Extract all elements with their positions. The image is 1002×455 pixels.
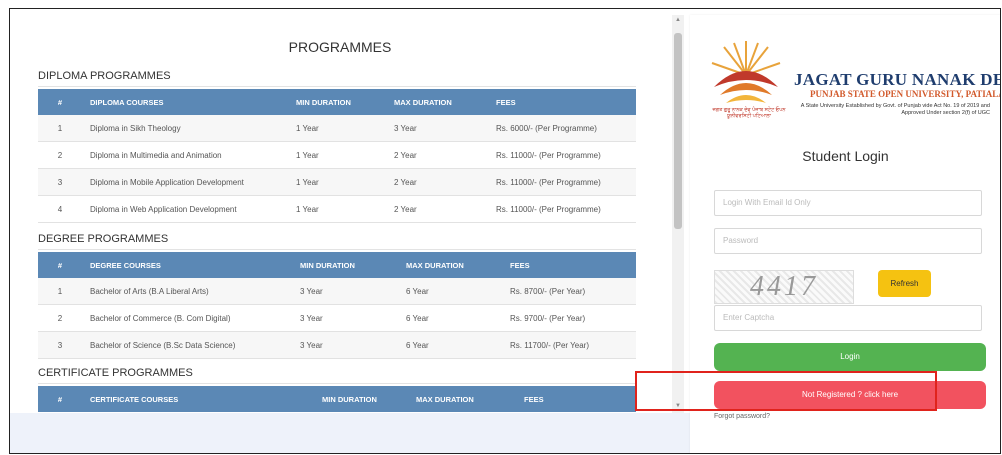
table-cell: Rs. 11000/- (Per Programme) bbox=[488, 168, 636, 196]
column-header: DEGREE COURSES bbox=[82, 252, 292, 278]
column-header: MAX DURATION bbox=[398, 252, 502, 278]
login-button[interactable]: Login bbox=[714, 343, 986, 371]
programmes-title: PROGRAMMES bbox=[288, 39, 392, 55]
forgot-password-link[interactable]: Forgot password? bbox=[714, 413, 770, 420]
table-cell: 6 Year bbox=[398, 331, 502, 359]
university-note: A State University Established by Govt. … bbox=[800, 103, 990, 116]
table-cell: Diploma in Mobile Application Developmen… bbox=[82, 168, 288, 196]
column-header: FEES bbox=[516, 386, 636, 412]
browser-viewport: PROGRAMMES DIPLOMA PROGRAMMES # DIPLOMA … bbox=[9, 8, 1001, 454]
column-header: # bbox=[38, 252, 82, 278]
table-cell: Bachelor of Science (B.Sc Data Science) bbox=[82, 331, 292, 359]
table-cell: Rs. 11000/- (Per Programme) bbox=[488, 195, 636, 223]
column-header: FEES bbox=[502, 252, 636, 278]
column-header: MIN DURATION bbox=[314, 386, 408, 412]
table-cell: 3 Year bbox=[292, 278, 398, 305]
table-cell: 3 Year bbox=[386, 115, 488, 142]
certificate-heading: CERTIFICATE PROGRAMMES bbox=[38, 367, 636, 384]
email-field[interactable]: Login With Email Id Only bbox=[714, 190, 982, 216]
table-cell: 3 Year bbox=[292, 304, 398, 332]
table-cell: 1 Year bbox=[288, 115, 386, 142]
highlight-box bbox=[635, 371, 937, 411]
scroll-up-arrow-icon[interactable]: ▲ bbox=[672, 17, 684, 23]
table-cell: 2 bbox=[38, 141, 82, 169]
table-cell: 1 bbox=[38, 278, 82, 305]
table-cell: 3 bbox=[38, 168, 82, 196]
table-cell: 1 Year bbox=[288, 195, 386, 223]
table-cell: 2 Year bbox=[386, 168, 488, 196]
table-cell: Rs. 9700/- (Per Year) bbox=[502, 304, 636, 332]
degree-table: # DEGREE COURSES MIN DURATION MAX DURATI… bbox=[38, 252, 636, 359]
university-logo bbox=[706, 35, 786, 115]
password-field[interactable]: Password bbox=[714, 228, 982, 254]
column-header: MAX DURATION bbox=[408, 386, 516, 412]
table-cell: 4 bbox=[38, 195, 82, 223]
vertical-scrollbar[interactable]: ▲ ▼ bbox=[672, 15, 684, 413]
captcha-image: 4417 bbox=[714, 270, 854, 304]
programmes-panel: PROGRAMMES DIPLOMA PROGRAMMES # DIPLOMA … bbox=[10, 9, 670, 413]
degree-heading: DEGREE PROGRAMMES bbox=[38, 233, 636, 250]
table-row: 3 Bachelor of Science (B.Sc Data Science… bbox=[38, 331, 636, 359]
table-cell: Rs. 8700/- (Per Year) bbox=[502, 278, 636, 305]
table-cell: 3 Year bbox=[292, 331, 398, 359]
table-cell: 6 Year bbox=[398, 304, 502, 332]
table-row: 3 Diploma in Mobile Application Developm… bbox=[38, 168, 636, 196]
column-header: FEES bbox=[488, 89, 636, 115]
table-header-row: # DIPLOMA COURSES MIN DURATION MAX DURAT… bbox=[38, 89, 636, 115]
university-subtitle: PUNJAB STATE OPEN UNIVERSITY, PATIALA bbox=[810, 89, 1001, 99]
table-row: 1 Bachelor of Arts (B.A Liberal Arts) 3 … bbox=[38, 278, 636, 305]
table-cell: 2 Year bbox=[386, 195, 488, 223]
column-header: MAX DURATION bbox=[386, 89, 488, 115]
table-row: 2 Bachelor of Commerce (B. Com Digital) … bbox=[38, 304, 636, 332]
table-header-row: # DEGREE COURSES MIN DURATION MAX DURATI… bbox=[38, 252, 636, 278]
table-cell: 1 Year bbox=[288, 141, 386, 169]
column-header: DIPLOMA COURSES bbox=[82, 89, 288, 115]
scrollbar-thumb[interactable] bbox=[674, 33, 682, 229]
login-title: Student Login bbox=[802, 148, 889, 164]
table-cell: Diploma in Multimedia and Animation bbox=[82, 141, 288, 169]
diploma-table: # DIPLOMA COURSES MIN DURATION MAX DURAT… bbox=[38, 89, 636, 223]
column-header: MIN DURATION bbox=[292, 252, 398, 278]
table-cell: Rs. 11000/- (Per Programme) bbox=[488, 141, 636, 169]
table-cell: Diploma in Sikh Theology bbox=[82, 115, 288, 142]
table-cell: Rs. 6000/- (Per Programme) bbox=[488, 115, 636, 142]
certificate-table: # CERTIFICATE COURSES MIN DURATION MAX D… bbox=[38, 386, 636, 412]
table-row: 4 Diploma in Web Application Development… bbox=[38, 195, 636, 223]
table-cell: 2 Year bbox=[386, 141, 488, 169]
table-cell: 2 bbox=[38, 304, 82, 332]
table-cell: 3 bbox=[38, 331, 82, 359]
table-cell: 1 Year bbox=[288, 168, 386, 196]
column-header: # bbox=[38, 89, 82, 115]
university-tagline: ਜਗਤ ਗੁਰੂ ਨਾਨਕ ਦੇਵ ਪੰਜਾਬ ਸਟੇਟ ਓਪਨ ਯੂਨੀਵਰਸ… bbox=[712, 107, 786, 119]
column-header: CERTIFICATE COURSES bbox=[82, 386, 314, 412]
diploma-heading: DIPLOMA PROGRAMMES bbox=[38, 70, 636, 87]
table-cell: Bachelor of Commerce (B. Com Digital) bbox=[82, 304, 292, 332]
refresh-captcha-button[interactable]: Refresh bbox=[878, 270, 931, 297]
table-cell: 6 Year bbox=[398, 278, 502, 305]
table-cell: Rs. 11700/- (Per Year) bbox=[502, 331, 636, 359]
captcha-field[interactable]: Enter Captcha bbox=[714, 305, 982, 331]
table-cell: Bachelor of Arts (B.A Liberal Arts) bbox=[82, 278, 292, 305]
column-header: # bbox=[38, 386, 82, 412]
column-header: MIN DURATION bbox=[288, 89, 386, 115]
table-row: 2 Diploma in Multimedia and Animation 1 … bbox=[38, 141, 636, 169]
university-name: JAGAT GURU NANAK DEV bbox=[794, 70, 1001, 89]
university-emblem-icon bbox=[711, 41, 781, 103]
table-row: 1 Diploma in Sikh Theology 1 Year 3 Year… bbox=[38, 115, 636, 142]
table-cell: Diploma in Web Application Development bbox=[82, 195, 288, 223]
table-header-row: # CERTIFICATE COURSES MIN DURATION MAX D… bbox=[38, 386, 636, 412]
table-cell: 1 bbox=[38, 115, 82, 142]
